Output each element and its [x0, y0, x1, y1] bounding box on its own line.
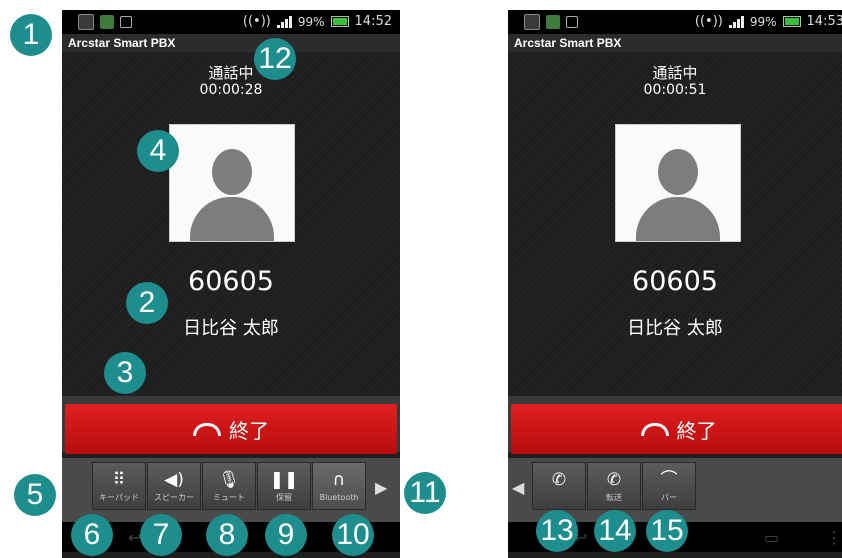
callout-badge-12: 12 [254, 38, 296, 80]
wifi-icon: ((•)) [242, 14, 271, 29]
transfer-label: 転送 [606, 493, 622, 502]
phone-screen-2: ((•)) 99% 14:53 Arcstar Smart PBX 通話中 00… [508, 10, 842, 558]
prev-page-arrow-icon[interactable]: ◀ [512, 478, 524, 497]
caller-name: 日比谷 太郎 [627, 318, 723, 339]
caller-name: 日比谷 太郎 [183, 318, 279, 339]
speaker-icon: ◀) [164, 470, 184, 490]
callout-badge-3: 3 [104, 352, 146, 394]
call-transfer-icon: ✆ [551, 470, 567, 490]
keypad-label: キーパッド [99, 493, 139, 502]
avatar-head [212, 149, 252, 195]
call-state: 通話中 [652, 64, 698, 82]
mute-button[interactable]: 🎙 ミュート [202, 462, 256, 510]
call-transfer-button[interactable]: ✆ [532, 462, 586, 510]
callout-badge-5: 5 [14, 474, 56, 516]
avatar-body [190, 197, 274, 241]
callout-badge-15: 15 [646, 510, 688, 552]
status-bar: ((•)) 99% 14:53 [508, 10, 842, 34]
app-title: Arcstar Smart PBX [62, 34, 400, 52]
callout-badge-6: 6 [71, 514, 113, 556]
avatar-body [636, 197, 720, 241]
call-controls-row: ⠿ キーパッド ◀) スピーカー 🎙 ミュート ❚❚ 保留 ∩ Bluetoot… [62, 458, 400, 522]
call-state: 通話中 [208, 64, 254, 82]
phone-icon [78, 14, 94, 30]
clock: 14:52 [354, 14, 392, 29]
recent-apps-icon[interactable]: ▭ [764, 528, 779, 547]
callout-badge-7: 7 [140, 514, 182, 556]
callout-badge-4: 4 [137, 130, 179, 172]
hold-icon: ❚❚ [269, 470, 299, 490]
speaker-button[interactable]: ◀) スピーカー [147, 462, 201, 510]
app-notification-icon [100, 15, 114, 29]
park-button[interactable]: ⌒ パー [642, 462, 696, 510]
signal-icon [276, 15, 292, 28]
callout-badge-2: 2 [126, 282, 168, 324]
callout-badge-13: 13 [536, 510, 578, 552]
contact-avatar [615, 124, 741, 242]
call-timer: 00:00:51 [643, 82, 707, 98]
callout-badge-11: 11 [404, 472, 446, 514]
phone-icon [524, 14, 540, 30]
bluetooth-button[interactable]: ∩ Bluetooth [312, 462, 366, 510]
app-notification-icon [546, 15, 560, 29]
call-timer: 00:00:28 [199, 82, 263, 98]
end-call-bar: 終了 [508, 396, 842, 454]
keypad-button[interactable]: ⠿ キーパッド [92, 462, 146, 510]
checkbox-notification-icon [120, 16, 132, 28]
callout-badge-10: 10 [332, 514, 374, 556]
keypad-icon: ⠿ [112, 470, 126, 490]
park-label: パー [661, 493, 677, 502]
speaker-label: スピーカー [154, 493, 194, 502]
hold-label: 保留 [276, 493, 292, 502]
status-bar: ((•)) 99% 14:52 [62, 10, 400, 34]
hangup-icon [640, 422, 669, 436]
end-call-label: 終了 [676, 418, 717, 443]
wifi-icon: ((•)) [694, 14, 723, 29]
park-icon: ⌒ [660, 470, 678, 490]
mute-icon: 🎙 [218, 470, 240, 490]
callout-badge-9: 9 [265, 514, 307, 556]
battery-percent: 99% [749, 14, 777, 29]
battery-icon [782, 16, 801, 27]
end-call-bar: 終了 [62, 396, 400, 454]
bluetooth-headphones-icon: ∩ [332, 470, 346, 490]
checkbox-notification-icon [566, 16, 578, 28]
caller-number: 60605 [632, 266, 718, 297]
battery-icon [330, 16, 349, 27]
hold-button[interactable]: ❚❚ 保留 [257, 462, 311, 510]
phone-screen-1: ((•)) 99% 14:52 Arcstar Smart PBX 通話中 00… [62, 10, 400, 558]
callout-badge-14: 14 [594, 510, 636, 552]
transfer-button[interactable]: ✆ 転送 [587, 462, 641, 510]
app-title: Arcstar Smart PBX [508, 34, 842, 52]
end-call-button[interactable]: 終了 [511, 404, 842, 454]
callout-badge-8: 8 [206, 514, 248, 556]
hangup-icon [193, 422, 221, 436]
menu-icon[interactable]: ⋮ [826, 528, 842, 547]
end-call-button[interactable]: 終了 [65, 404, 397, 454]
next-page-arrow-icon[interactable]: ▶ [375, 478, 387, 497]
battery-percent: 99% [297, 14, 325, 29]
mute-label: ミュート [213, 493, 245, 502]
signal-icon [728, 15, 744, 28]
contact-avatar [169, 124, 295, 242]
callout-badge-1: 1 [10, 14, 52, 56]
caller-number: 60605 [188, 266, 274, 297]
transfer-icon: ✆ [606, 470, 622, 490]
bluetooth-label: Bluetooth [319, 493, 359, 502]
end-call-label: 終了 [229, 418, 269, 443]
clock: 14:53 [806, 14, 842, 29]
avatar-head [658, 149, 698, 195]
